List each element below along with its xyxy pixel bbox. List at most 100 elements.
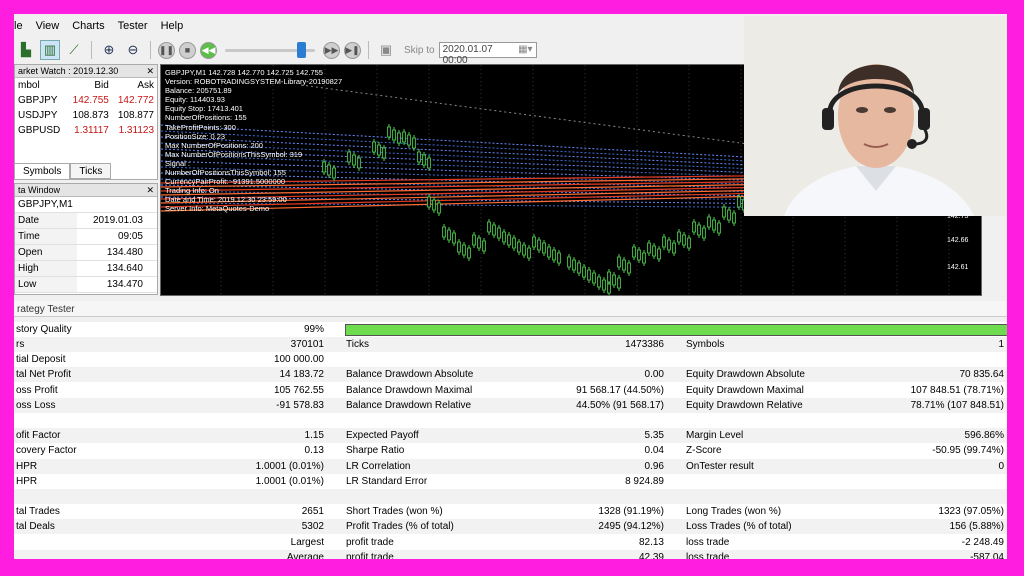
close-icon[interactable]: ✕: [146, 66, 154, 76]
table-row[interactable]: USDJPY 108.873 108.877: [15, 108, 157, 123]
candle: [492, 224, 496, 236]
fast-forward-icon[interactable]: ▶▶: [323, 41, 340, 59]
stat-label: Equity Drawdown Relative: [686, 399, 803, 411]
candle: [372, 141, 376, 153]
stat-label: Balance Drawdown Absolute: [346, 369, 474, 381]
stat-value: 99%: [303, 324, 324, 335]
stop-icon[interactable]: ■: [179, 41, 196, 59]
data-row: Time 09:05: [15, 229, 157, 245]
candle: [497, 227, 501, 239]
candle: [592, 272, 596, 284]
data-key: Open: [15, 245, 77, 260]
menu-charts[interactable]: Charts: [72, 18, 117, 36]
pause-icon[interactable]: ❚❚: [158, 41, 175, 59]
candle: [657, 248, 661, 260]
bid-cell: 108.873: [72, 110, 109, 121]
history-quality-row: story Quality 99%: [14, 322, 1007, 337]
stat-value: 2495 (94.12%): [598, 521, 664, 533]
skip-end-icon[interactable]: ▶❚: [344, 41, 361, 59]
ask-cell: 142.772: [117, 95, 154, 106]
candle: [717, 222, 721, 234]
stat-label: ofit Factor: [16, 430, 61, 442]
data-window-panel: ta Window ✕ GBPJPY,M1 Date 2019.01.03 Tim…: [14, 183, 158, 295]
chart-line-icon[interactable]: ⟋: [64, 40, 84, 60]
chart-info-line: Balance: 205751.89: [165, 86, 232, 96]
report-row: HPR 1.0001 (0.01%) LR Standard Error 8 924.…: [14, 474, 1007, 489]
candle: [417, 151, 421, 163]
stat-value: 0.13: [304, 445, 324, 457]
stat-label: Sharpe Ratio: [346, 445, 405, 457]
strategy-tester-title: rategy Tester: [14, 301, 1007, 317]
column-header[interactable]: mbol: [15, 78, 67, 93]
bid-cell: 142.755: [72, 95, 109, 106]
stat-label: covery Factor: [16, 445, 77, 457]
candle: [432, 199, 436, 211]
stat-value: 105 762.55: [273, 384, 324, 396]
stat-value: -91 578.83: [276, 399, 324, 411]
tab-symbols[interactable]: Symbols: [14, 163, 71, 179]
candle: [462, 244, 466, 256]
presenter-image: [744, 16, 1009, 216]
report-row: rs 370101 Ticks 1473386 Symbols 1: [14, 337, 1007, 352]
candle: [572, 259, 576, 271]
tab-ticks[interactable]: Ticks: [70, 163, 112, 179]
chart-candles-icon[interactable]: ▥: [40, 40, 60, 60]
skip-to-icon[interactable]: ▣: [376, 40, 396, 60]
webcam-overlay: [744, 16, 1009, 216]
menu-file[interactable]: le: [14, 18, 36, 36]
zoom-out-icon[interactable]: ⊖: [123, 40, 143, 60]
ask-cell: 1.31123: [118, 125, 154, 136]
candle: [352, 154, 356, 166]
data-value: 134.480: [106, 247, 143, 258]
stat-label: loss trade: [686, 536, 730, 548]
market-watch-table: mbol Bid Ask GBPJPY 142.755 142.772 USDJ…: [15, 78, 157, 138]
zoom-in-icon[interactable]: ⊕: [99, 40, 119, 60]
menu-tester[interactable]: Tester: [118, 18, 161, 36]
table-row[interactable]: GBPJPY 142.755 142.772: [15, 93, 157, 108]
menu-view[interactable]: View: [36, 18, 73, 36]
stat-label: Profit Trades (% of total): [346, 521, 454, 533]
candle: [467, 247, 471, 259]
column-header[interactable]: Bid: [67, 78, 112, 93]
chart-info-line: Max NumberOfPositions: 200: [165, 140, 263, 150]
candle: [447, 229, 451, 241]
chart-info-line: NumberOfPositionsThisSymbol: 155: [165, 168, 286, 178]
column-header[interactable]: Ask: [112, 78, 157, 93]
calendar-icon[interactable]: ▦▾: [518, 44, 532, 56]
table-header: mbol Bid Ask: [15, 78, 157, 93]
report-row: ofit Factor 1.15 Expected Payoff 5.35 Margin…: [14, 428, 1007, 444]
stat-label: Long Trades (won %): [686, 506, 782, 518]
stat-label: Short Trades (won %): [346, 506, 443, 518]
candle: [607, 271, 611, 283]
close-icon[interactable]: ✕: [146, 185, 154, 195]
candle: [687, 237, 691, 249]
chart-info-line: Date and Time: 2019.12.30 23:59:00: [165, 195, 287, 205]
slider-thumb[interactable]: [297, 42, 306, 58]
candle: [502, 231, 506, 243]
candle: [602, 279, 606, 291]
candle: [557, 252, 561, 264]
frame-border: [1007, 0, 1024, 576]
candle: [507, 234, 511, 246]
chart-bars-icon[interactable]: ▙: [16, 40, 36, 60]
chart-info-line: TakeProfitPoints: 300: [165, 122, 236, 132]
market-watch-title: arket Watch : 2019.12.30: [18, 66, 119, 76]
table-row[interactable]: GBPUSD 1.31117 1.31123: [15, 123, 157, 138]
rewind-icon[interactable]: ◀◀: [200, 41, 217, 59]
symbol-cell: GBPUSD: [18, 125, 61, 136]
stat-label: Z-Score: [686, 445, 722, 457]
candle: [652, 245, 656, 257]
skip-to-date-input[interactable]: 2020.01.07 00:00 ▦▾: [438, 42, 537, 66]
chart-info-block: GBPJPY,M1 142.728 142.770 142.725 142.75…: [165, 68, 342, 214]
stat-value: 1473386: [625, 339, 664, 350]
toolbar: ▙ ▥ ⟋ ⊕ ⊖ ❚❚ ■ ◀◀ ▶▶ ▶❚ ▣ Skip to 2020.0…: [14, 38, 744, 66]
data-row: Date 2019.01.03: [15, 213, 157, 229]
stat-label: oss Loss: [16, 399, 56, 411]
stat-label: profit trade: [346, 536, 394, 548]
stat-label: tal Net Profit: [16, 369, 72, 381]
menu-help[interactable]: Help: [161, 18, 197, 36]
speed-slider[interactable]: [225, 41, 315, 59]
candle: [537, 239, 541, 251]
candle: [377, 144, 381, 156]
data-value: 09:05: [117, 231, 143, 242]
